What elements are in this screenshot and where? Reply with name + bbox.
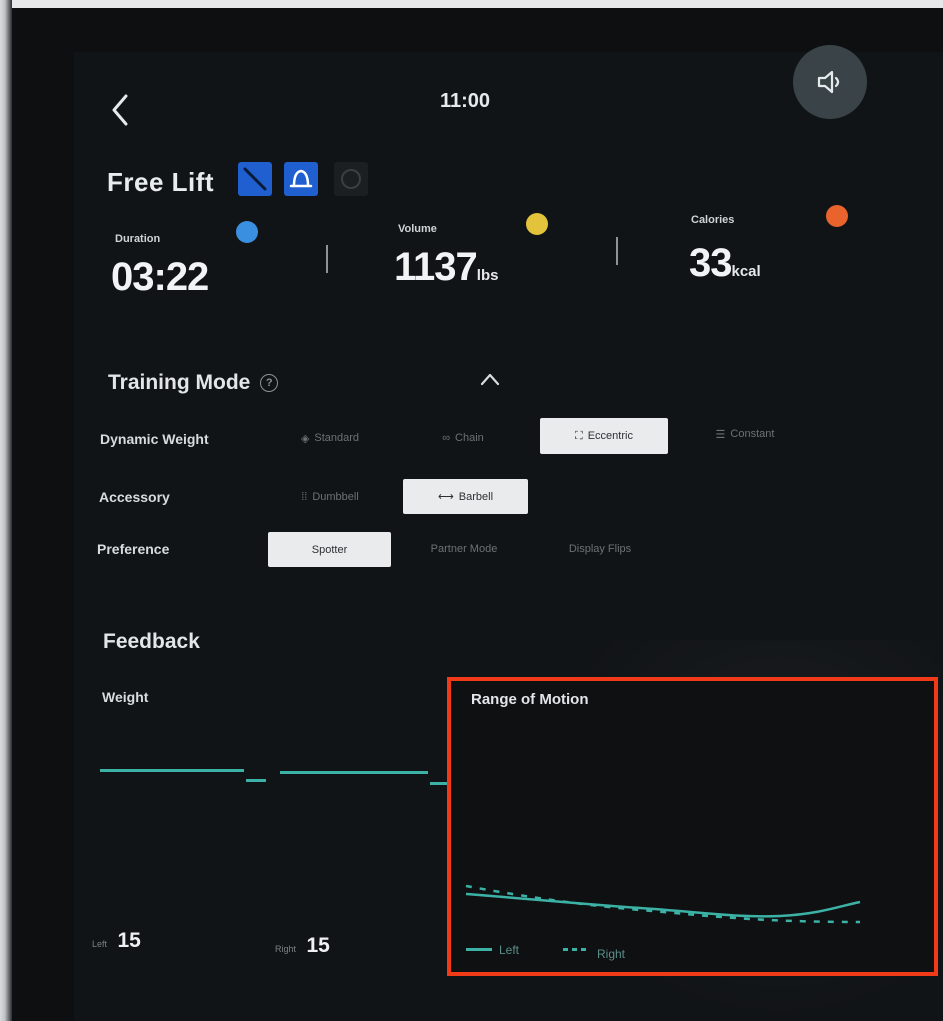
duration-number: 03:22	[111, 255, 209, 299]
option-label: Constant	[730, 428, 775, 440]
clock-icon	[236, 221, 258, 243]
calories-number: 33	[689, 241, 732, 285]
volume-number: 1137	[394, 245, 478, 289]
barbell-icon: ⟷	[437, 491, 454, 503]
highlight-box	[447, 677, 938, 976]
chain-icon: ∞	[442, 432, 451, 444]
option-standard[interactable]: ◈ Standard	[275, 421, 385, 455]
weight-right-readout: Right 15	[275, 934, 330, 958]
weight-icon	[526, 213, 548, 235]
status-time: 11:00	[439, 90, 491, 112]
straight-bar-mode-button[interactable]	[238, 162, 272, 196]
option-display-flips[interactable]: Display Flips	[540, 532, 660, 566]
volume-value: 1137lbs	[394, 245, 498, 290]
option-label: Chain	[455, 432, 484, 444]
chevron-left-icon	[112, 94, 128, 126]
info-icon[interactable]: ?	[260, 374, 279, 393]
option-label: Spotter	[311, 543, 348, 556]
stat-divider	[616, 237, 618, 265]
flame-icon	[826, 205, 848, 227]
page-title: Free Lift	[107, 167, 215, 197]
weight-left-caption: Left	[92, 939, 108, 949]
volume-label: Volume	[398, 223, 437, 235]
weight-chart-title: Weight	[102, 689, 149, 705]
stat-divider	[326, 245, 328, 273]
duration-label: Duration	[115, 233, 161, 245]
device-bezel-left	[0, 0, 12, 1021]
sound-toggle-button[interactable]	[793, 45, 867, 119]
calories-value: 33kcal	[689, 241, 761, 286]
training-mode-title: Training Mode ?	[108, 371, 279, 395]
weight-left-readout: Left 15	[92, 929, 141, 953]
weight-series-segment	[100, 769, 244, 772]
chevron-up-icon	[480, 373, 500, 386]
option-barbell[interactable]: ⟷ Barbell	[403, 479, 528, 514]
weight-series-segment	[246, 779, 266, 782]
device-frame: 11:00 Free Lift Duration 03:22 Volume 11…	[0, 0, 943, 1021]
option-constant[interactable]: ☰ Constant	[690, 417, 800, 451]
speaker-icon	[817, 70, 840, 94]
bell-handle-icon	[289, 169, 313, 188]
rope-icon	[341, 169, 361, 189]
eccentric-icon: ⛶	[575, 429, 583, 442]
option-dumbbell[interactable]: ⁞⁞ Dumbbell	[275, 480, 385, 514]
back-button[interactable]	[108, 92, 130, 128]
weight-series-segment	[280, 771, 428, 774]
option-spotter[interactable]: Spotter	[268, 532, 391, 567]
weight-left-value: 15	[117, 929, 141, 952]
weight-chart	[98, 760, 458, 790]
calories-unit: kcal	[731, 263, 761, 280]
preference-label: Preference	[97, 541, 170, 557]
collapse-button[interactable]	[479, 371, 501, 387]
dynamic-weight-label: Dynamic Weight	[100, 431, 209, 447]
accessory-label: Accessory	[99, 489, 170, 505]
bell-handle-mode-button[interactable]	[284, 162, 318, 196]
constant-icon: ☰	[715, 428, 726, 441]
weight-right-caption: Right	[275, 944, 297, 954]
option-label: Dumbbell	[312, 491, 359, 503]
option-label: Display Flips	[568, 543, 632, 555]
weight-right-value: 15	[306, 934, 330, 957]
calories-label: Calories	[691, 214, 735, 226]
option-label: Barbell	[458, 490, 494, 503]
option-label: Standard	[314, 432, 360, 444]
option-label: Eccentric	[587, 430, 633, 442]
option-label: Partner Mode	[430, 543, 498, 555]
training-mode-label: Training Mode	[108, 371, 251, 394]
feedback-title: Feedback	[103, 630, 200, 653]
duration-value: 03:22	[111, 255, 209, 300]
option-eccentric[interactable]: ⛶ Eccentric	[540, 418, 668, 454]
straight-bar-icon	[243, 167, 267, 191]
option-partner-mode[interactable]: Partner Mode	[405, 532, 523, 566]
option-chain[interactable]: ∞ Chain	[408, 421, 518, 455]
volume-unit: lbs	[476, 267, 499, 284]
standard-icon: ◈	[300, 432, 310, 445]
device-bezel-top	[0, 0, 943, 8]
dumbbell-icon: ⁞⁞	[301, 491, 308, 503]
rope-mode-button[interactable]	[334, 162, 368, 196]
